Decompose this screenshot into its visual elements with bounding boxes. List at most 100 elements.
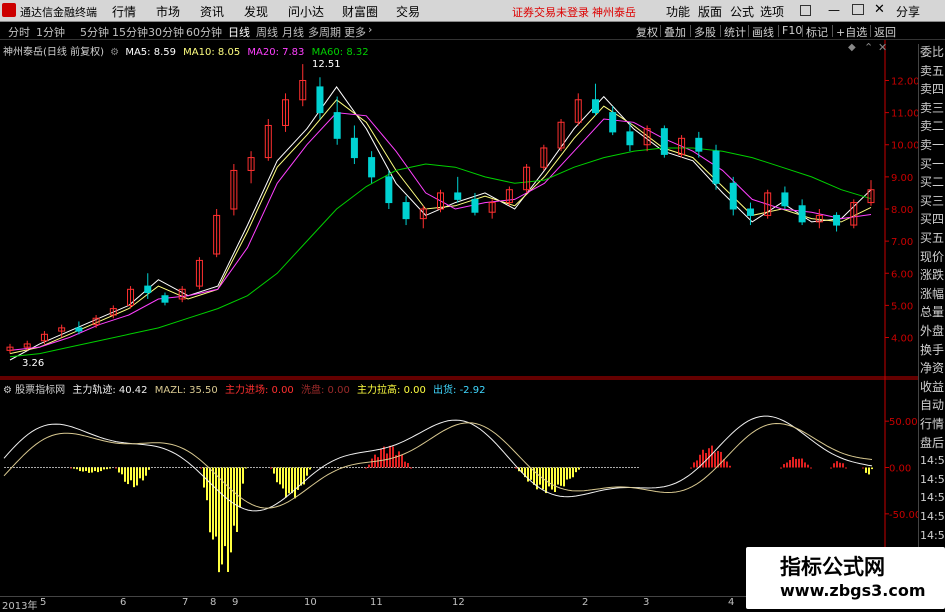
- period-monthly[interactable]: 月线: [282, 24, 304, 40]
- tool-draw[interactable]: 画线: [752, 24, 774, 40]
- menu-formula[interactable]: 公式: [730, 3, 754, 20]
- side-panel-item[interactable]: 盘后: [920, 435, 944, 451]
- side-panel-item: 外盘: [920, 324, 945, 338]
- tool-separator: [802, 25, 803, 37]
- candle-body: [144, 285, 152, 294]
- menu-share[interactable]: 分享: [896, 3, 920, 20]
- indicator-bar: [572, 467, 574, 478]
- tool-f10[interactable]: F10: [782, 24, 802, 37]
- indicator-bar: [407, 463, 409, 468]
- tool-multi-stock[interactable]: 多股: [694, 24, 716, 40]
- side-panel-item[interactable]: 行情: [920, 416, 944, 432]
- date-axis-label: 3: [643, 597, 650, 608]
- candlestick-chart[interactable]: 12.00 11.00 10.00 9.00 8.00 7.00 6.00 5.00 4.00: [0, 40, 945, 378]
- indicator-bar: [720, 451, 722, 468]
- indicator-bar: [696, 460, 698, 468]
- indicator-bar: [91, 467, 93, 473]
- menu-quotes[interactable]: 行情: [112, 3, 136, 20]
- indicator-bar: [842, 463, 844, 468]
- indicator-bar: [82, 467, 84, 472]
- menu-market[interactable]: 市场: [156, 3, 180, 20]
- period-weekly[interactable]: 周线: [256, 24, 278, 40]
- indicator-bar: [288, 467, 290, 494]
- tool-separator: [870, 25, 871, 37]
- indicator-bar: [294, 467, 296, 499]
- minimize-icon[interactable]: —: [828, 3, 840, 17]
- quote-side-panel: 委比 卖五 卖四 卖三 卖二 卖一 买一 买二 买三 买四 买五 现价 涨跌 涨幅 总量 外盘 换手 净资 收益 自动…: [918, 44, 945, 596]
- indicator-settings-icon[interactable]: ⚙: [3, 385, 12, 396]
- window-restore-icon[interactable]: [800, 5, 811, 16]
- tool-overlay[interactable]: 叠加: [664, 24, 686, 40]
- period-30min[interactable]: 30分钟: [148, 24, 184, 40]
- tool-restore-rights[interactable]: 复权: [636, 24, 658, 40]
- chart-expand-icon[interactable]: ⌃: [864, 41, 873, 54]
- indicator-bar: [215, 467, 217, 537]
- indicator-bar: [242, 467, 244, 484]
- close-icon[interactable]: ✕: [874, 2, 885, 17]
- side-panel-item: 换手: [920, 342, 945, 357]
- period-5min[interactable]: 5分钟: [80, 24, 109, 40]
- period-daily[interactable]: 日线: [228, 24, 250, 40]
- indicator-bar: [224, 467, 226, 547]
- indicator-bar: [121, 467, 123, 475]
- date-axis-label: 8: [210, 597, 217, 608]
- side-panel-item: 14:50: [920, 472, 945, 486]
- more-chevron-icon[interactable]: ›: [368, 23, 372, 36]
- indicator-bar: [569, 467, 571, 479]
- tool-mark[interactable]: 标记: [806, 24, 828, 40]
- chart-close-icon[interactable]: ✕: [878, 41, 887, 54]
- period-intraday[interactable]: 分时: [8, 24, 30, 40]
- indicator-tick-label: -50.00: [889, 510, 921, 521]
- side-panel-item: 卖二: [920, 119, 945, 134]
- side-panel-item: 卖四: [920, 82, 945, 97]
- side-panel-item: 总量: [920, 305, 945, 320]
- period-60min[interactable]: 60分钟: [186, 24, 222, 40]
- price-tick-label: 6.00: [891, 269, 913, 280]
- menu-function[interactable]: 功能: [666, 3, 690, 20]
- tool-separator: [748, 25, 749, 37]
- tool-statistics[interactable]: 统计: [724, 24, 746, 40]
- stock-name-header: 神州泰岳: [592, 6, 636, 19]
- indicator-bar: [783, 464, 785, 468]
- menu-discover[interactable]: 发现: [244, 3, 268, 20]
- period-1min[interactable]: 1分钟: [36, 24, 65, 40]
- indicator-bar: [227, 467, 229, 572]
- legend-sell: 出货: -2.92: [433, 385, 486, 396]
- indicator-bar: [845, 467, 847, 469]
- legend-settings-icon[interactable]: ⚙: [110, 47, 119, 58]
- low-annotation: 3.26: [22, 358, 45, 369]
- login-status[interactable]: 证券交易未登录: [512, 4, 589, 20]
- candle-body: [161, 295, 169, 303]
- period-multi[interactable]: 多周期: [308, 24, 341, 40]
- tool-add-favorite[interactable]: +自选: [836, 24, 867, 40]
- menu-ask[interactable]: 问小达: [288, 3, 324, 20]
- side-panel-item: 卖一: [920, 138, 945, 152]
- site-watermark: 指标公式网 www.zbgs3.com: [746, 547, 945, 609]
- side-panel-item[interactable]: 自动: [920, 397, 944, 413]
- side-panel-item: 涨幅: [920, 286, 945, 301]
- menu-news[interactable]: 资讯: [200, 3, 224, 20]
- menu-options[interactable]: 选项: [760, 3, 784, 20]
- period-more[interactable]: 更多: [344, 24, 366, 40]
- menu-wealth[interactable]: 财富圈: [342, 3, 378, 20]
- side-panel-item: 14:50: [920, 491, 945, 505]
- chart-diamond-icon[interactable]: ◆: [848, 42, 856, 53]
- menu-layout[interactable]: 版面: [698, 3, 722, 20]
- indicator-bar: [148, 467, 150, 470]
- candle-body: [385, 176, 393, 204]
- date-axis-label: 2: [582, 597, 589, 608]
- menu-trade[interactable]: 交易: [396, 3, 420, 20]
- indicator-bar: [365, 467, 367, 469]
- date-axis-label: 5: [40, 597, 47, 608]
- period-15min[interactable]: 15分钟: [112, 24, 148, 40]
- high-annotation: 12.51: [312, 59, 341, 70]
- indicator-bar: [239, 467, 241, 508]
- indicator-bar: [100, 467, 102, 472]
- tool-back[interactable]: 返回: [874, 24, 896, 40]
- price-tick-label: 9.00: [891, 173, 913, 184]
- maximize-icon[interactable]: [852, 4, 864, 15]
- indicator-bar: [133, 467, 135, 488]
- app-name: 通达信金融终端: [20, 6, 97, 19]
- mazl-line: [3, 422, 873, 509]
- price-tick-label: 4.00: [891, 334, 913, 345]
